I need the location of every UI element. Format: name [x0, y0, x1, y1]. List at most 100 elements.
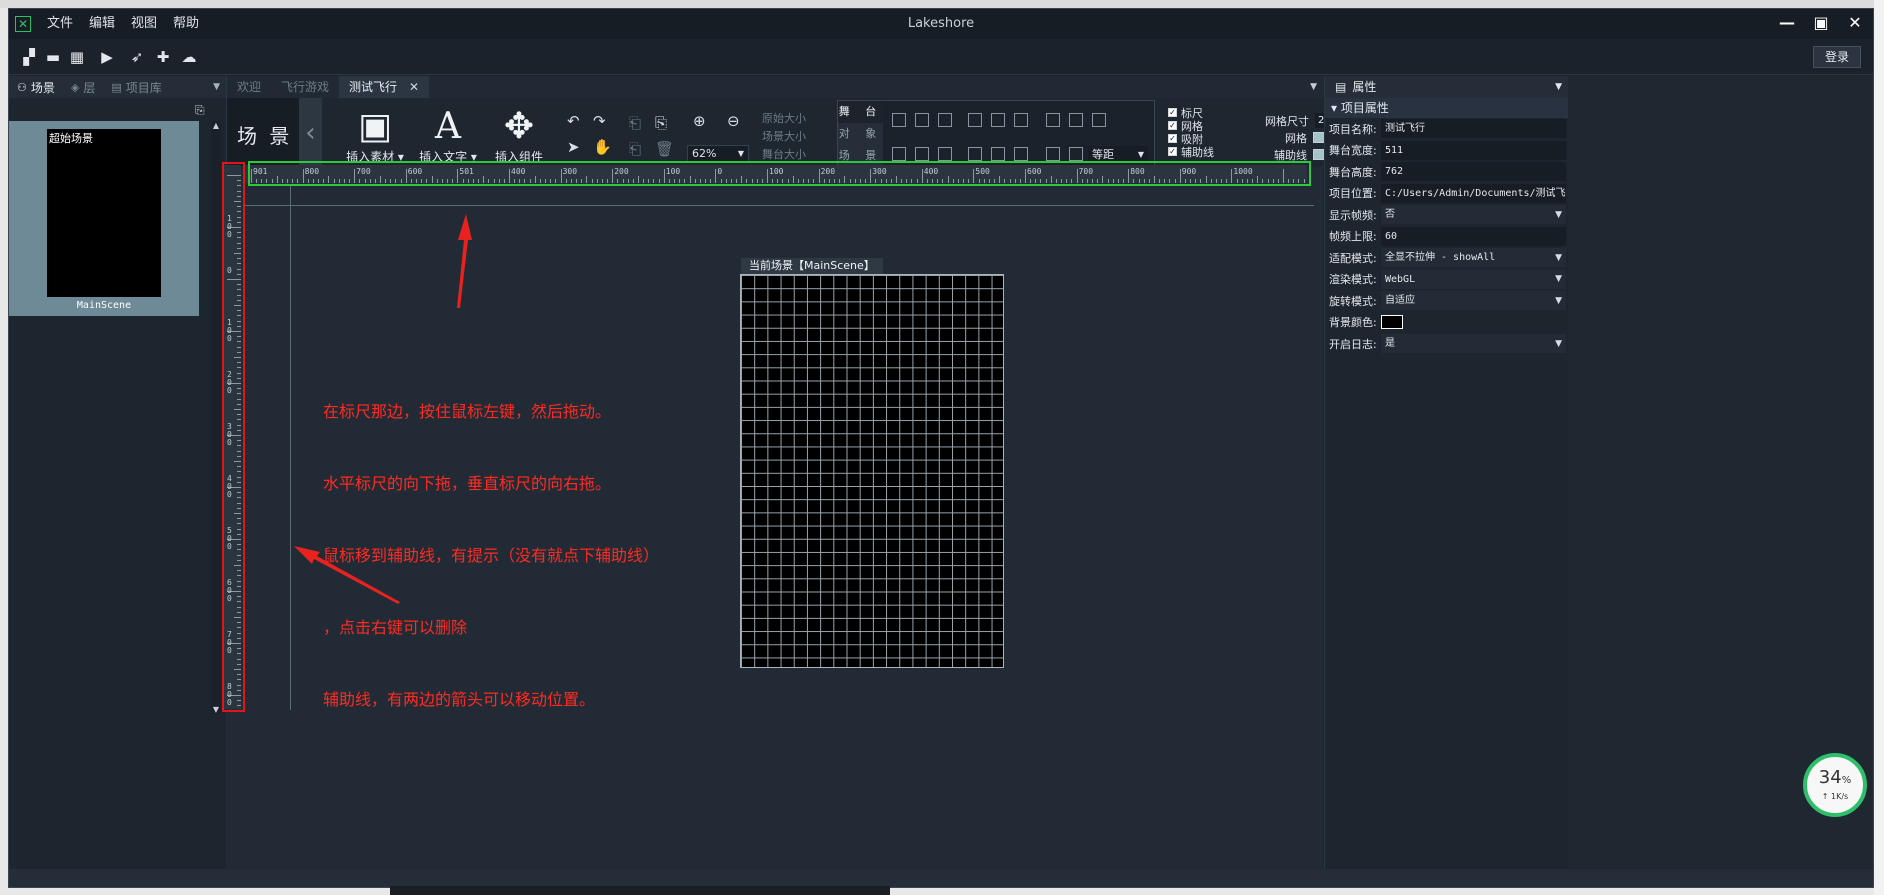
maximize-icon[interactable]: ▣ [1811, 13, 1831, 33]
distribute-left-icon[interactable] [892, 147, 906, 161]
property-row: 项目位置: C:/Users/Admin/Documents/测试飞行 [1325, 183, 1568, 205]
distribute-vcenter-icon[interactable] [991, 147, 1005, 161]
property-input[interactable]: 511 [1381, 140, 1566, 160]
property-key: 开启日志: [1329, 337, 1377, 351]
new-project-icon[interactable]: ▞ [19, 47, 39, 67]
copy-icon[interactable]: ⎗ [629, 114, 641, 132]
window-title: Lakeshore [907, 16, 975, 31]
zoom-out-icon[interactable]: ⊖ [727, 112, 740, 130]
close-icon[interactable]: ✕ [1845, 13, 1865, 33]
align-hcenter-icon[interactable] [915, 113, 929, 127]
scene-tree-icon: ⚇ [17, 80, 27, 94]
background-status-strip [390, 886, 890, 895]
delete-icon[interactable]: 🗑 [655, 140, 674, 158]
publish-rocket-icon[interactable]: ➶ [127, 47, 147, 67]
spacing-v-icon[interactable] [1069, 147, 1083, 161]
background-color-swatch[interactable] [1381, 315, 1403, 330]
minimize-icon[interactable]: — [1777, 13, 1797, 33]
tabs-dropdown-icon[interactable]: ▼ [1310, 76, 1317, 98]
property-select[interactable]: 否 [1381, 205, 1566, 225]
duplicate-icon[interactable]: ⎗ [629, 140, 641, 158]
tab-test-flight[interactable]: 测试飞行 ✕ [339, 76, 430, 98]
menu-edit[interactable]: 编辑 [81, 9, 123, 39]
insert-asset-button[interactable]: ▣ 插入素材 ▾ [345, 106, 405, 165]
panel-dropdown-icon[interactable]: ▼ [213, 82, 220, 92]
chevron-down-icon[interactable]: ▼ [1555, 296, 1562, 306]
align-to-stage[interactable]: 舞 台 [838, 101, 883, 123]
align-top-icon[interactable] [968, 113, 982, 127]
match-height-icon[interactable] [1069, 113, 1083, 127]
menu-help[interactable]: 帮助 [165, 9, 207, 39]
property-key: 适配模式: [1329, 251, 1377, 265]
save-icon[interactable]: ▦ [67, 47, 87, 67]
align-to-object[interactable]: 对 象 [838, 123, 883, 145]
original-size-button[interactable]: 原始大小 [762, 110, 806, 126]
menu-file[interactable]: 文件 [39, 9, 81, 39]
window-controls: — ▣ ✕ [1777, 13, 1865, 33]
tab-flight-game[interactable]: 飞行游戏 [271, 76, 339, 98]
checkbox-icon: ✓ [1168, 108, 1177, 117]
distribute-bottom-icon[interactable] [1014, 147, 1028, 161]
redo-icon[interactable]: ↷ [593, 112, 606, 130]
chevron-down-icon[interactable]: ▼ [1555, 274, 1562, 284]
select-pointer-icon[interactable]: ➤ [567, 138, 580, 156]
undo-icon[interactable]: ↶ [567, 112, 580, 130]
property-input[interactable]: 60 [1381, 226, 1566, 246]
chevron-down-icon[interactable]: ▼ [1555, 253, 1562, 263]
align-right-icon[interactable] [938, 113, 952, 127]
scene-size-button[interactable]: 场景大小 [762, 128, 806, 144]
scene-mode-button[interactable]: 场 景 ‹ [227, 98, 322, 168]
horizontal-guide-line[interactable] [243, 205, 1314, 206]
grid-size-label: 网格尺寸 [1265, 114, 1309, 128]
distribute-top-icon[interactable] [968, 147, 982, 161]
chevron-down-icon[interactable]: ▼ [1555, 210, 1562, 220]
scene-preview-label: 超始场景 [49, 132, 93, 145]
checkbox-icon: ✓ [1168, 134, 1177, 143]
scene-thumbnail-item[interactable]: 超始场景 MainScene [9, 121, 199, 316]
close-tab-icon[interactable]: ✕ [409, 76, 419, 98]
open-folder-icon[interactable]: ▬ [43, 47, 63, 67]
zoom-in-icon[interactable]: ⊕ [693, 112, 706, 130]
distribute-hcenter-icon[interactable] [915, 147, 929, 161]
collapse-chevron-icon[interactable]: ‹ [299, 98, 322, 168]
vertical-guide-line[interactable] [290, 186, 291, 710]
align-left-icon[interactable] [892, 113, 906, 127]
property-select[interactable]: 自适应 [1381, 291, 1566, 311]
paste-icon[interactable]: ⎘ [655, 114, 667, 132]
property-input[interactable]: 测试飞行 [1381, 119, 1566, 139]
property-select[interactable]: 全显不拉伸 - showAll [1381, 248, 1566, 268]
chevron-down-icon[interactable]: ▼ [1555, 339, 1562, 349]
cloud-upload-icon[interactable]: ☁ [179, 47, 199, 67]
match-size-icon[interactable] [1092, 113, 1106, 127]
match-width-icon[interactable] [1046, 113, 1060, 127]
tab-scene[interactable]: ⚇ 场景 [9, 79, 63, 96]
panel-dropdown-icon[interactable]: ▼ [1555, 76, 1562, 98]
tab-library[interactable]: ▤ 项目库 [103, 79, 169, 96]
project-props-section[interactable]: ▾ 项目属性 [1325, 98, 1568, 118]
hand-pan-icon[interactable]: ✋ [593, 138, 612, 156]
property-select[interactable]: WebGL [1381, 269, 1566, 289]
align-bottom-icon[interactable] [1014, 113, 1028, 127]
property-row: 帧频上限: 60 [1325, 226, 1568, 248]
property-input[interactable]: 762 [1381, 162, 1566, 182]
insert-text-button[interactable]: A 插入文字 ▾ [417, 106, 479, 165]
stage-size-button[interactable]: 舞台大小 [762, 146, 806, 162]
align-vcenter-icon[interactable] [991, 113, 1005, 127]
property-input[interactable]: C:/Users/Admin/Documents/测试飞行 [1381, 183, 1566, 203]
plugin-icon[interactable]: ✚ [153, 47, 173, 67]
menu-view[interactable]: 视图 [123, 9, 165, 39]
login-button[interactable]: 登录 [1813, 46, 1861, 68]
view-options: ✓ 标尺 ✓ 网格 ✓ 吸附 ✓ 辅助线 [1168, 106, 1214, 159]
tab-welcome[interactable]: 欢迎 [227, 76, 271, 98]
tab-layers[interactable]: ◈ 层 [63, 79, 103, 96]
guides-checkbox[interactable]: ✓ 辅助线 [1168, 145, 1214, 159]
scene-mode-label: 场 景 [237, 124, 293, 148]
distribute-right-icon[interactable] [938, 147, 952, 161]
add-scene-icon[interactable]: ⎘ [195, 103, 205, 118]
property-select[interactable]: 是 [1381, 334, 1566, 354]
stage-grid[interactable] [740, 274, 1004, 668]
insert-component-button[interactable]: ✥ 插入组件 [489, 106, 549, 165]
play-icon[interactable]: ▶ [97, 47, 117, 67]
menu-bar: 文件 编辑 视图 帮助 [39, 9, 207, 39]
spacing-h-icon[interactable] [1046, 147, 1060, 161]
